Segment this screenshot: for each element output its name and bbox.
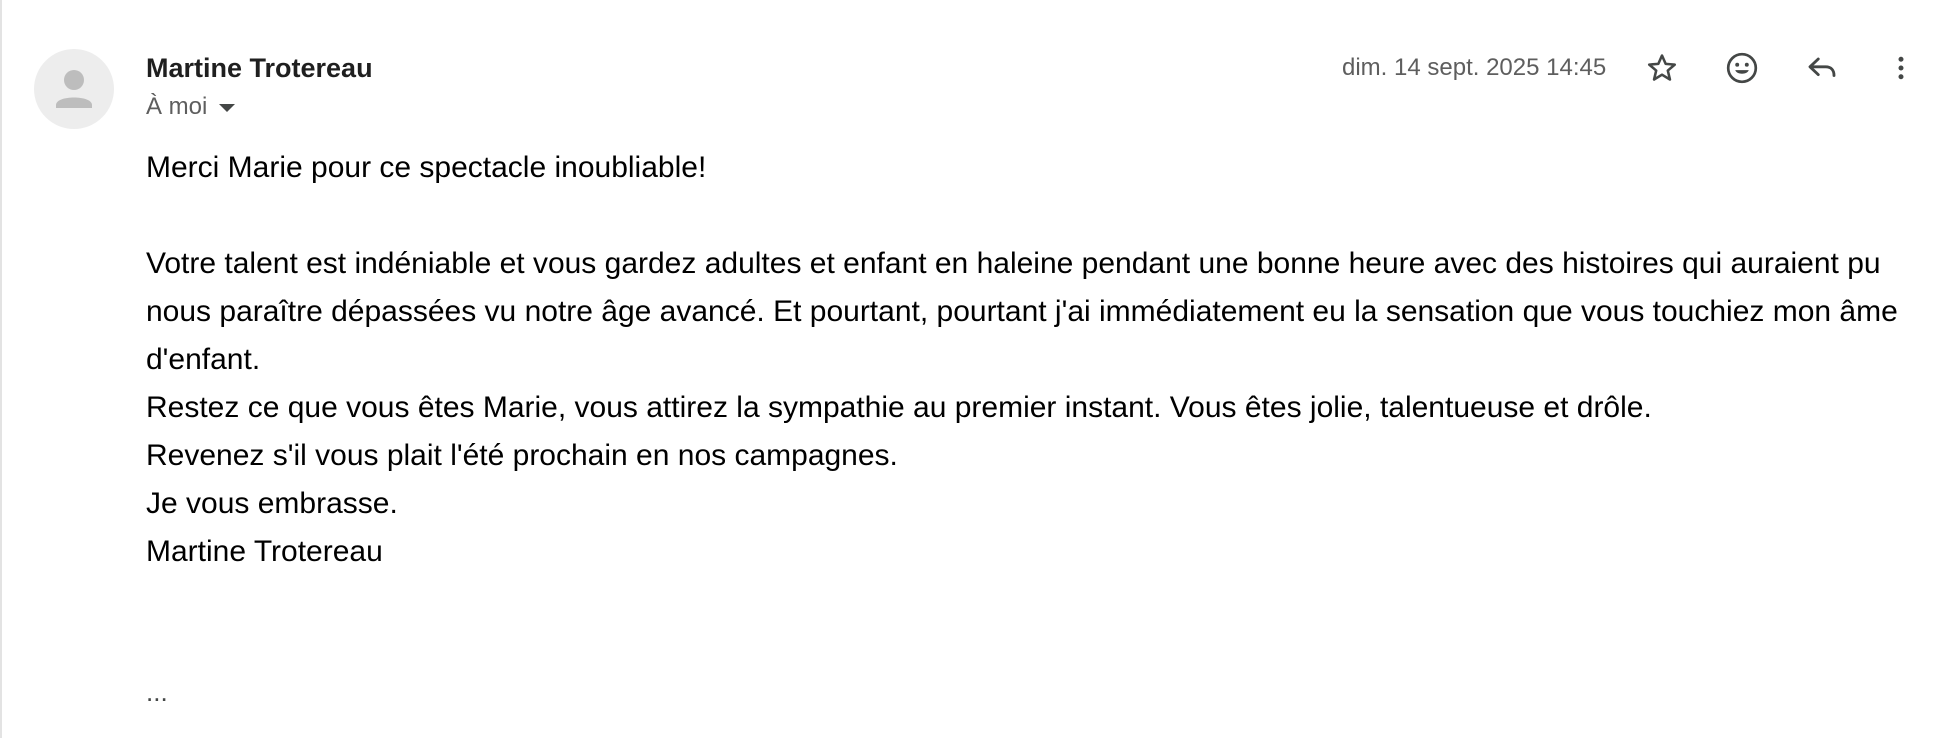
body-greeting: Merci Marie pour ce spectacle inoubliabl… bbox=[146, 151, 707, 184]
show-trimmed-content-button[interactable]: ... bbox=[146, 672, 168, 712]
default-person-icon bbox=[56, 70, 92, 108]
recipient-label: À moi bbox=[146, 93, 208, 120]
body-signature: Martine Trotereau bbox=[146, 535, 383, 568]
star-outline-icon bbox=[1647, 54, 1677, 81]
reply-icon bbox=[1808, 57, 1836, 77]
sender-name[interactable]: Martine Trotereau bbox=[146, 50, 373, 86]
message-body: Merci Marie pour ce spectacle inoubliabl… bbox=[146, 144, 1936, 576]
add-reaction-icon bbox=[1726, 52, 1758, 84]
caret-down-icon bbox=[219, 104, 236, 112]
reply-button[interactable] bbox=[1794, 40, 1850, 96]
more-vert-icon bbox=[1898, 56, 1904, 80]
body-line: Restez ce que vous êtes Marie, vous atti… bbox=[146, 391, 1652, 424]
sender-avatar[interactable] bbox=[34, 49, 114, 129]
body-paragraph: Votre talent est indéniable et vous gard… bbox=[146, 247, 1898, 376]
more-options-button[interactable] bbox=[1873, 40, 1929, 96]
message-date: dim. 14 sept. 2025 14:45 bbox=[1342, 54, 1607, 81]
star-button[interactable] bbox=[1634, 40, 1690, 96]
body-line: Je vous embrasse. bbox=[146, 487, 398, 520]
recipient-details-toggle[interactable]: À moi bbox=[146, 91, 236, 123]
body-line: Revenez s'il vous plait l'été prochain e… bbox=[146, 439, 898, 472]
message-left-border bbox=[0, 0, 2, 738]
add-reaction-button[interactable] bbox=[1714, 40, 1770, 96]
